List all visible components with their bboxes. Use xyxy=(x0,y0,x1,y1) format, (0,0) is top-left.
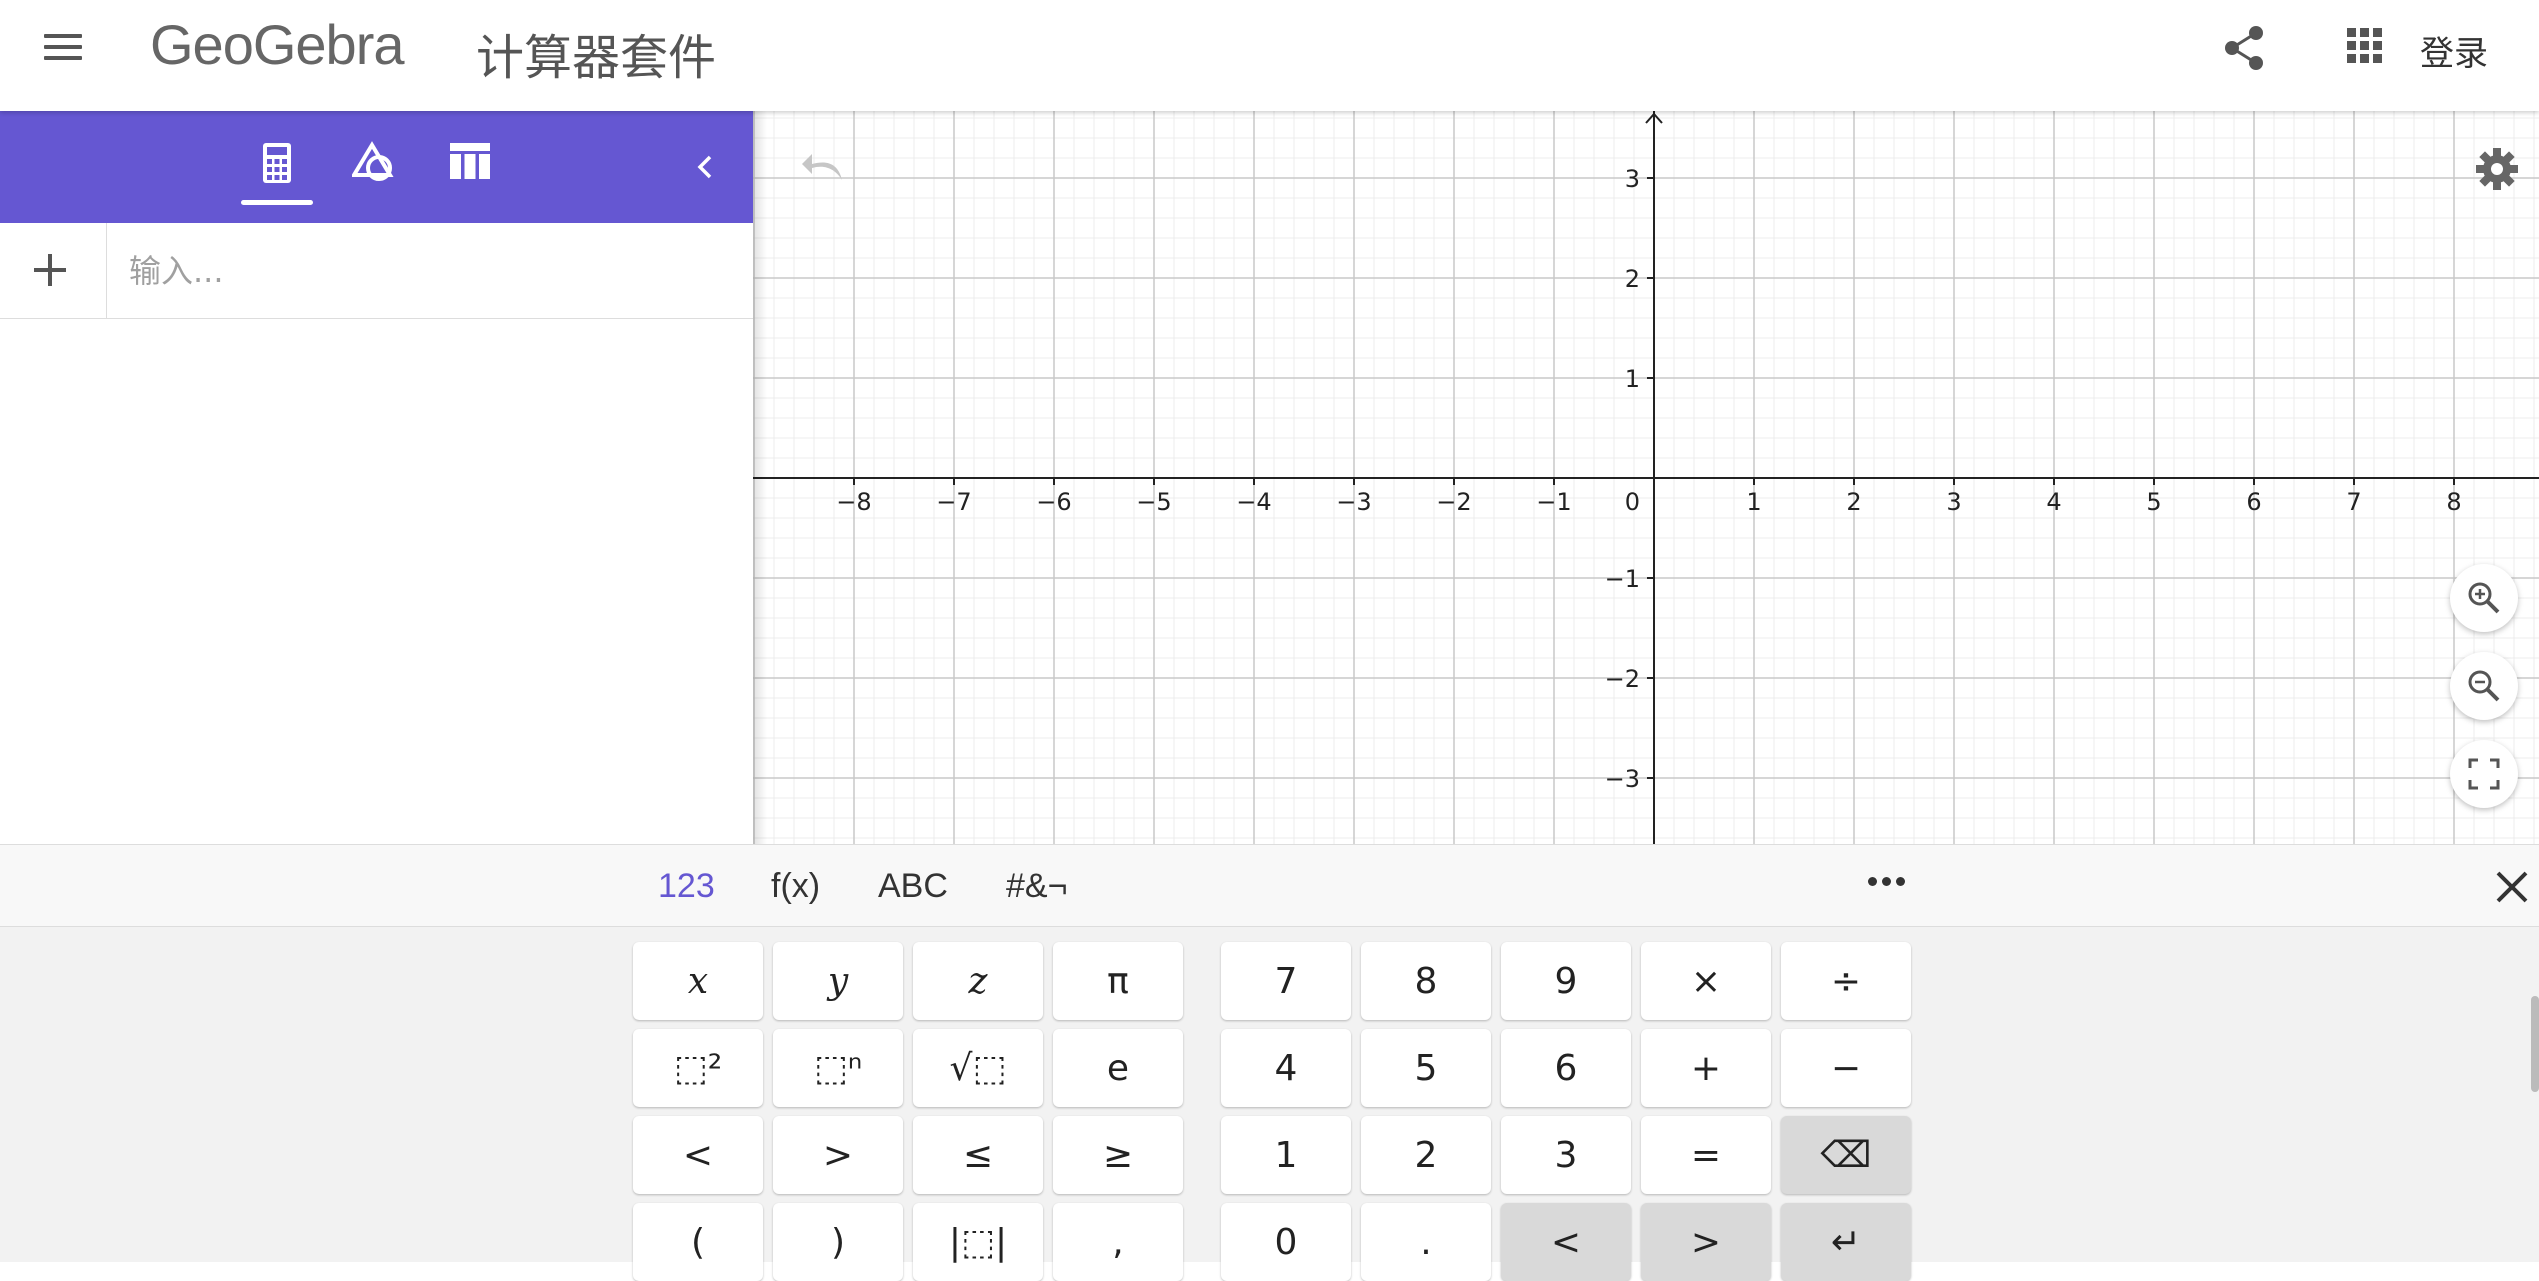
y-tick-label: −3 xyxy=(1605,765,1640,793)
settings-icon[interactable] xyxy=(2474,146,2520,192)
key-multiply[interactable]: × xyxy=(1641,942,1771,1020)
key-2[interactable]: 2 xyxy=(1361,1116,1491,1194)
enter-key[interactable]: ↵ xyxy=(1781,1203,1911,1281)
y-tick-label: 1 xyxy=(1625,365,1640,393)
key-7[interactable]: 7 xyxy=(1221,942,1351,1020)
chevron-left-icon xyxy=(697,155,712,179)
algebra-input[interactable] xyxy=(107,223,753,318)
undo-icon[interactable] xyxy=(800,150,850,190)
app-title: 计算器套件 xyxy=(476,30,717,86)
tab-table[interactable] xyxy=(433,125,505,205)
zoom-out-button[interactable] xyxy=(2450,652,2518,720)
key-greater-equal[interactable]: ≥ xyxy=(1053,1116,1183,1194)
scrollbar[interactable] xyxy=(2531,996,2539,1092)
table-icon xyxy=(450,143,490,179)
zoom-in-button[interactable] xyxy=(2450,564,2518,632)
key-5[interactable]: 5 xyxy=(1361,1029,1491,1107)
key-4[interactable]: 4 xyxy=(1221,1029,1351,1107)
x-tick-label: −2 xyxy=(1436,488,1471,516)
cursor-right-key[interactable]: > xyxy=(1641,1203,1771,1281)
cursor-left-key[interactable]: < xyxy=(1501,1203,1631,1281)
x-tick-label: −6 xyxy=(1036,488,1071,516)
calculator-icon xyxy=(263,143,291,183)
kb-tab-123[interactable]: 123 xyxy=(658,867,715,906)
zoom-out-icon xyxy=(2468,670,2500,702)
key-less-equal[interactable]: ≤ xyxy=(913,1116,1043,1194)
tab-geometry[interactable] xyxy=(336,125,408,205)
x-tick-label: −4 xyxy=(1236,488,1271,516)
x-tick-label: −3 xyxy=(1336,488,1371,516)
y-tick-label: 3 xyxy=(1625,165,1640,193)
key-9[interactable]: 9 xyxy=(1501,942,1631,1020)
algebra-input-row xyxy=(0,223,753,319)
kb-tab-abc[interactable]: ABC xyxy=(878,867,948,906)
more-icon[interactable] xyxy=(1868,877,1908,891)
add-item-button[interactable] xyxy=(0,223,107,318)
kb-tab-functions[interactable]: f(x) xyxy=(771,867,820,906)
y-tick-label: −2 xyxy=(1605,665,1640,693)
key-pi[interactable]: π xyxy=(1053,942,1183,1020)
x-tick-label: −1 xyxy=(1536,488,1571,516)
y-tick-label: −1 xyxy=(1605,565,1640,593)
key-square[interactable]: ⬚² xyxy=(633,1029,763,1107)
geometry-icon xyxy=(352,141,394,181)
x-tick-label: −5 xyxy=(1136,488,1171,516)
backspace-key[interactable]: ⌫ xyxy=(1781,1116,1911,1194)
x-tick-label: 5 xyxy=(2146,488,2161,516)
key-less[interactable]: < xyxy=(633,1116,763,1194)
login-button[interactable]: 登录 xyxy=(2420,26,2488,75)
graphics-view[interactable]: −8 −7 −6 −5 −4 −3 −2 −1 1 2 3 4 5 6 7 8 3 2 1 −1 −2 −3 0 xyxy=(753,111,2539,844)
x-tick-label: 2 xyxy=(1846,488,1861,516)
tab-algebra[interactable] xyxy=(241,125,313,205)
fullscreen-button[interactable] xyxy=(2450,740,2518,808)
key-comma[interactable]: , xyxy=(1053,1203,1183,1281)
key-sqrt[interactable]: √⬚ xyxy=(913,1029,1043,1107)
collapse-panel-button[interactable] xyxy=(690,147,720,187)
close-keyboard-icon[interactable] xyxy=(2494,869,2530,905)
key-equals[interactable]: = xyxy=(1641,1116,1771,1194)
key-power[interactable]: ⬚ⁿ xyxy=(773,1029,903,1107)
x-tick-label: 1 xyxy=(1746,488,1761,516)
x-tick-label: 8 xyxy=(2446,488,2461,516)
key-e[interactable]: e xyxy=(1053,1029,1183,1107)
zoom-in-icon xyxy=(2468,582,2500,614)
key-z[interactable]: z xyxy=(913,942,1043,1020)
x-tick-label: −7 xyxy=(936,488,971,516)
key-3[interactable]: 3 xyxy=(1501,1116,1631,1194)
algebra-panel xyxy=(0,111,753,844)
key-minus[interactable]: − xyxy=(1781,1029,1911,1107)
coordinate-grid[interactable]: −8 −7 −6 −5 −4 −3 −2 −1 1 2 3 4 5 6 7 8 3 2 1 −1 −2 −3 0 xyxy=(753,111,2539,844)
key-plus[interactable]: + xyxy=(1641,1029,1771,1107)
menu-icon[interactable] xyxy=(44,30,84,64)
geogebra-logo[interactable]: GeoGebra xyxy=(150,12,404,77)
key-y[interactable]: y xyxy=(773,942,903,1020)
share-icon[interactable] xyxy=(2222,24,2266,72)
key-8[interactable]: 8 xyxy=(1361,942,1491,1020)
view-tabs-bar xyxy=(0,111,753,223)
fullscreen-icon xyxy=(2468,758,2500,790)
kb-tab-symbols[interactable]: #&¬ xyxy=(1006,867,1067,906)
key-decimal[interactable]: . xyxy=(1361,1203,1491,1281)
key-close-paren[interactable]: ) xyxy=(773,1203,903,1281)
x-tick-label: −8 xyxy=(836,488,871,516)
x-tick-label: 6 xyxy=(2246,488,2261,516)
key-divide[interactable]: ÷ xyxy=(1781,942,1911,1020)
key-open-paren[interactable]: ( xyxy=(633,1203,763,1281)
keyboard-tabs: 123 f(x) ABC #&¬ xyxy=(0,845,2539,927)
key-6[interactable]: 6 xyxy=(1501,1029,1631,1107)
origin-label: 0 xyxy=(1625,488,1640,516)
key-greater[interactable]: > xyxy=(773,1116,903,1194)
x-tick-label: 4 xyxy=(2046,488,2061,516)
apps-grid-icon[interactable] xyxy=(2347,28,2383,64)
y-tick-label: 2 xyxy=(1625,265,1640,293)
key-1[interactable]: 1 xyxy=(1221,1116,1351,1194)
key-0[interactable]: 0 xyxy=(1221,1203,1351,1281)
key-x[interactable]: x xyxy=(633,942,763,1020)
key-abs[interactable]: |⬚| xyxy=(913,1203,1043,1281)
x-tick-label: 3 xyxy=(1946,488,1961,516)
x-tick-label: 7 xyxy=(2346,488,2361,516)
virtual-keyboard: 123 f(x) ABC #&¬ x y z π ⬚² ⬚ⁿ √⬚ e < > ≤ ≥() |⬚|, 7 8… xyxy=(0,844,2539,1281)
app-header: GeoGebra 计算器套件 登录 xyxy=(0,0,2539,111)
